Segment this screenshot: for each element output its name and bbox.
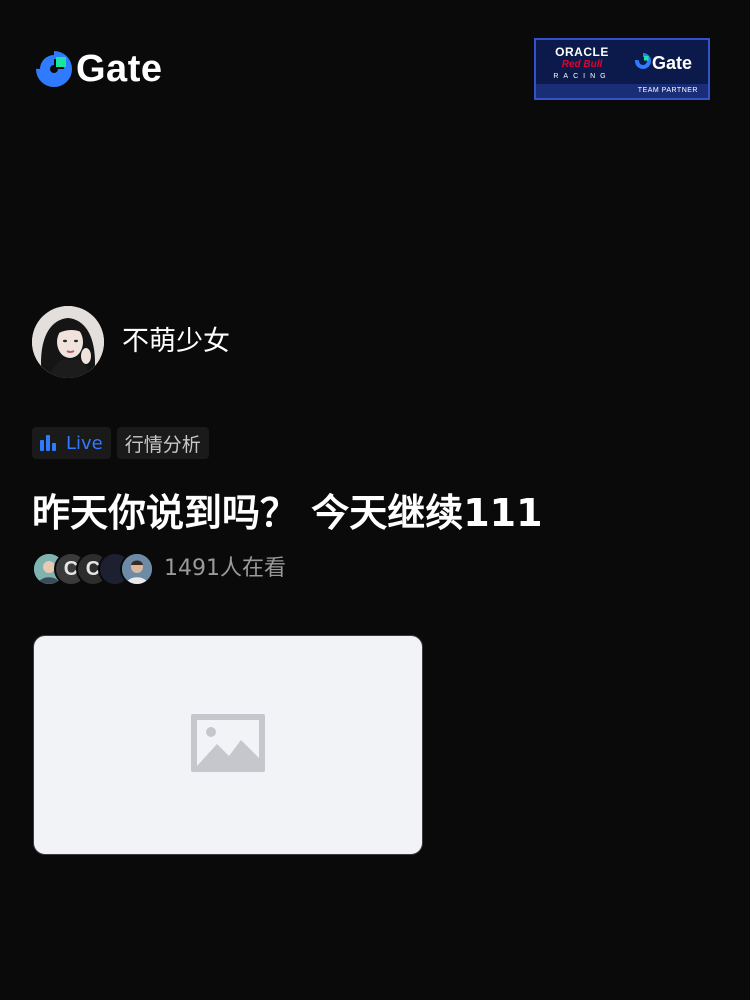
live-badge: Live — [32, 427, 111, 459]
racing-wordmark: RACING — [553, 73, 611, 80]
stream-tags: Live 行情分析 — [32, 427, 209, 459]
image-placeholder-icon — [191, 714, 265, 776]
oracle-wordmark: ORACLE — [555, 45, 609, 59]
viewer-info: C C 1491人在看 — [32, 552, 286, 586]
topic-tag[interactable]: 行情分析 — [116, 427, 209, 459]
host-avatar[interactable] — [32, 306, 104, 378]
team-partner-badge: ORACLE Red Bull RACING Gate TEAM PARTNER — [534, 38, 710, 100]
viewer-avatar — [120, 552, 154, 586]
gate-logo-text: Gate — [76, 48, 163, 90]
host-name[interactable]: 不萌少女 — [122, 326, 230, 358]
viewer-avatar-stack: C C — [32, 552, 154, 586]
gate-logo[interactable]: Gate — [36, 50, 162, 88]
viewer-count: 1491人在看 — [164, 556, 286, 581]
live-label: Live — [66, 432, 103, 454]
partner-gate-text: Gate — [652, 53, 693, 73]
stream-title: 昨天你说到吗？ 今天继续111 — [32, 491, 543, 535]
gate-logo-small-icon — [634, 52, 652, 74]
live-bars-icon — [40, 435, 56, 451]
redbull-wordmark: Red Bull — [561, 59, 603, 70]
team-partner-label: TEAM PARTNER — [637, 87, 698, 94]
gate-logo-icon — [36, 51, 72, 87]
partner-gate-logo: Gate — [634, 52, 692, 74]
oracle-redbull-logo: ORACLE Red Bull RACING — [544, 46, 620, 82]
topic-label: 行情分析 — [124, 433, 201, 456]
stream-cover[interactable] — [33, 635, 423, 855]
host-profile[interactable]: 不萌少女 — [32, 306, 230, 378]
